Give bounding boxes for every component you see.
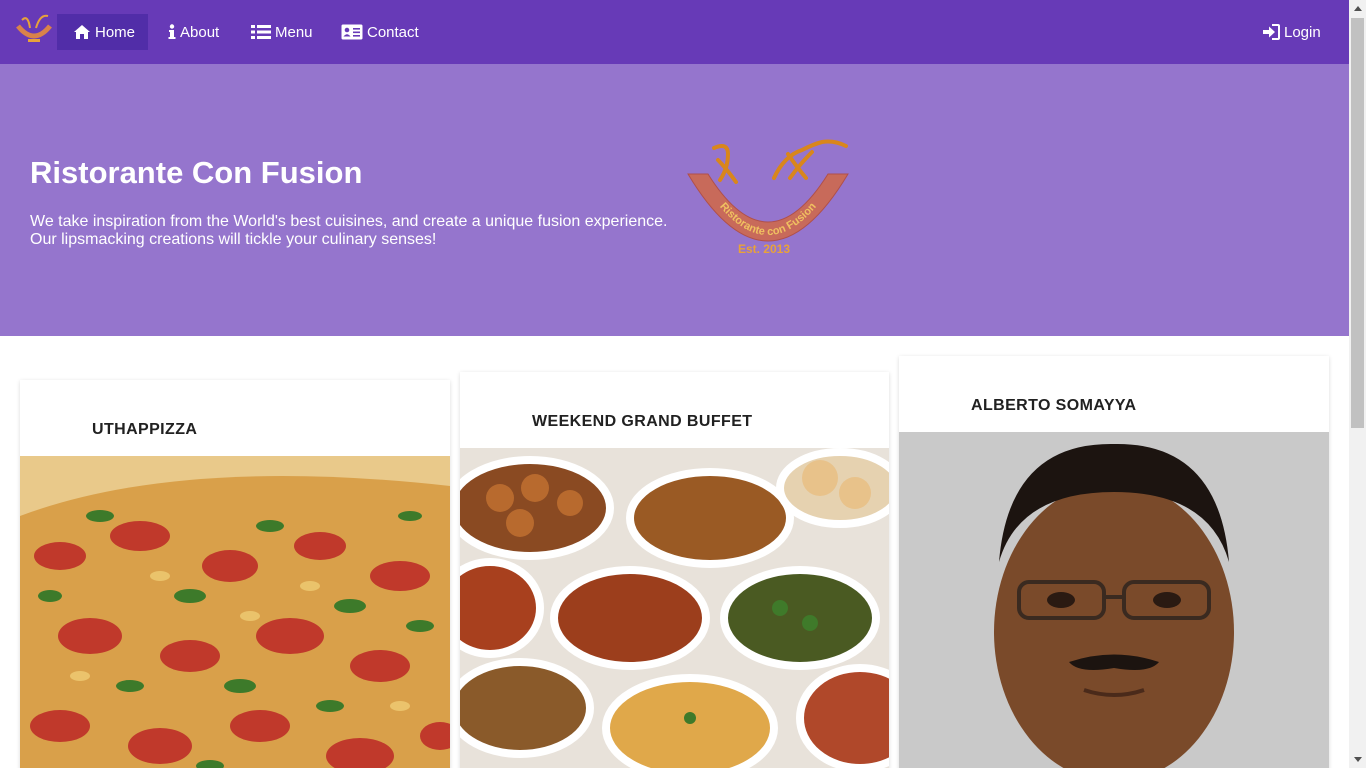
jumbotron: Ristorante Con Fusion We take inspiratio… [0,64,1349,336]
scroll-thumb[interactable] [1351,18,1364,428]
nav-about[interactable]: About [152,14,235,50]
card-dish: UTHAPPIZZA [20,380,450,768]
card-title: UTHAPPIZZA [92,421,198,438]
jumbotron-title: Ristorante Con Fusion [30,155,363,190]
card-leader: ALBERTO SOMAYYA [899,356,1329,768]
info-icon [168,24,176,40]
address-card-icon [341,24,363,40]
page-scrollbar[interactable] [1349,0,1366,768]
card-promotion: WEEKEND GRAND BUFFET [460,372,889,768]
card-title: WEEKEND GRAND BUFFET [532,413,753,430]
sign-in-icon [1262,24,1280,40]
nav-about-label: About [180,23,220,41]
login-label: Login [1284,23,1321,41]
nav-home[interactable]: Home [57,14,148,50]
navbar: Home About Menu Contact Login [0,0,1349,64]
list-icon [251,24,271,40]
jumbotron-text-line2: Our lipsmacking creations will tickle yo… [30,231,437,248]
scroll-down-icon[interactable] [1349,751,1366,768]
jumbotron-text-line1: We take inspiration from the World's bes… [30,213,668,230]
nav-home-label: Home [95,23,136,41]
scroll-up-icon[interactable] [1349,0,1366,17]
nav-contact[interactable]: Contact [325,14,435,50]
nav-menu-label: Menu [275,23,313,41]
logo-est: Est. 2013 [738,242,790,256]
brand-logo[interactable] [14,12,54,46]
nav-contact-label: Contact [367,23,419,41]
home-icon [73,24,91,40]
person-photo [899,432,1329,768]
jumbotron-text: We take inspiration from the World's bes… [30,213,690,249]
nav-menu[interactable]: Menu [235,14,329,50]
buffet-photo [460,448,889,768]
card-title: ALBERTO SOMAYYA [971,397,1137,414]
login-button[interactable]: Login [1246,14,1337,50]
pizza-photo [20,456,450,768]
restaurant-logo: Ristorante con Fusion Est. 2013 [687,139,849,256]
